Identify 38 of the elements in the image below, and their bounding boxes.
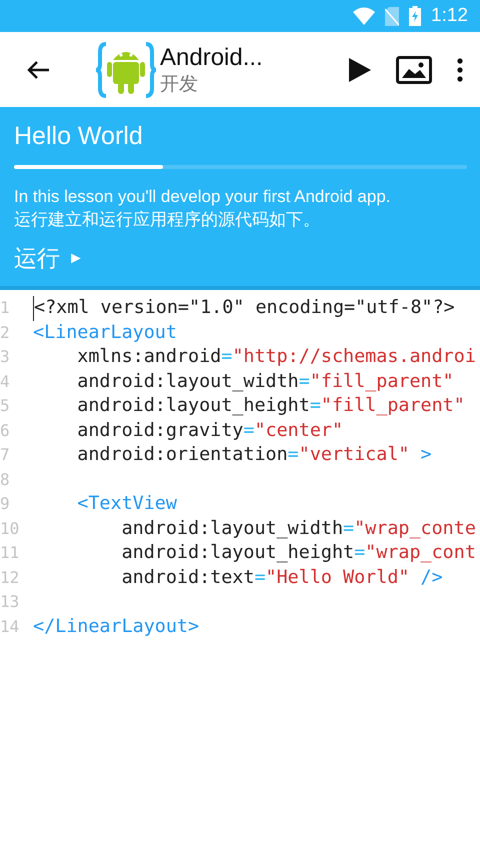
code-line: <?xml version="1.0" encoding="utf-8"?> [33,296,455,320]
android-logo-icon [96,40,156,100]
code-line: </LinearLayout> [33,614,200,638]
line-number: 7 [0,444,11,466]
code-line: android:layout_width="fill_parent" [76,370,454,394]
image-button[interactable] [396,54,432,84]
battery-charging-icon [409,6,422,26]
app-subtitle: 开发 [160,72,199,96]
lesson-description: 运行建立和运行应用程序的源代码如下。 [14,209,320,231]
line-number: 10 [0,518,20,540]
line-number: 3 [0,346,11,368]
line-number: 2 [0,322,11,344]
code-line: android:orientation="vertical" > [76,443,432,467]
code-line: android:text="Hello World" /> [120,566,443,590]
code-line: <TextView [76,492,177,516]
line-number: 14 [0,616,20,638]
lesson-title: Hello World [14,121,144,151]
code-line: <LinearLayout [33,320,177,344]
lesson-description: In this lesson you'll develop your first Android app. [14,186,391,208]
line-number: 9 [0,493,11,515]
app-title: Android... [160,44,264,72]
code-line: android:gravity="center" [76,418,344,442]
line-number: 11 [0,542,20,564]
line-number: 6 [0,420,11,442]
line-number: 13 [0,591,20,613]
wifi-icon [353,7,376,25]
code-line: android:layout_height="wrap_cont [120,541,476,565]
line-number: 1 [0,297,11,319]
line-number: 4 [0,370,11,392]
line-number: 5 [0,395,11,417]
code-line: android:layout_width="wrap_conte [120,516,476,540]
run-button[interactable]: 运行 ► [14,243,84,274]
line-number: 12 [0,566,20,588]
status-time: 1:12 [431,5,468,27]
code-line: xmlns:android="http://schemas.androi [76,345,476,369]
no-sim-icon [385,6,400,26]
line-number: 8 [0,468,11,490]
code-line: android:layout_height="fill_parent" [76,394,465,418]
